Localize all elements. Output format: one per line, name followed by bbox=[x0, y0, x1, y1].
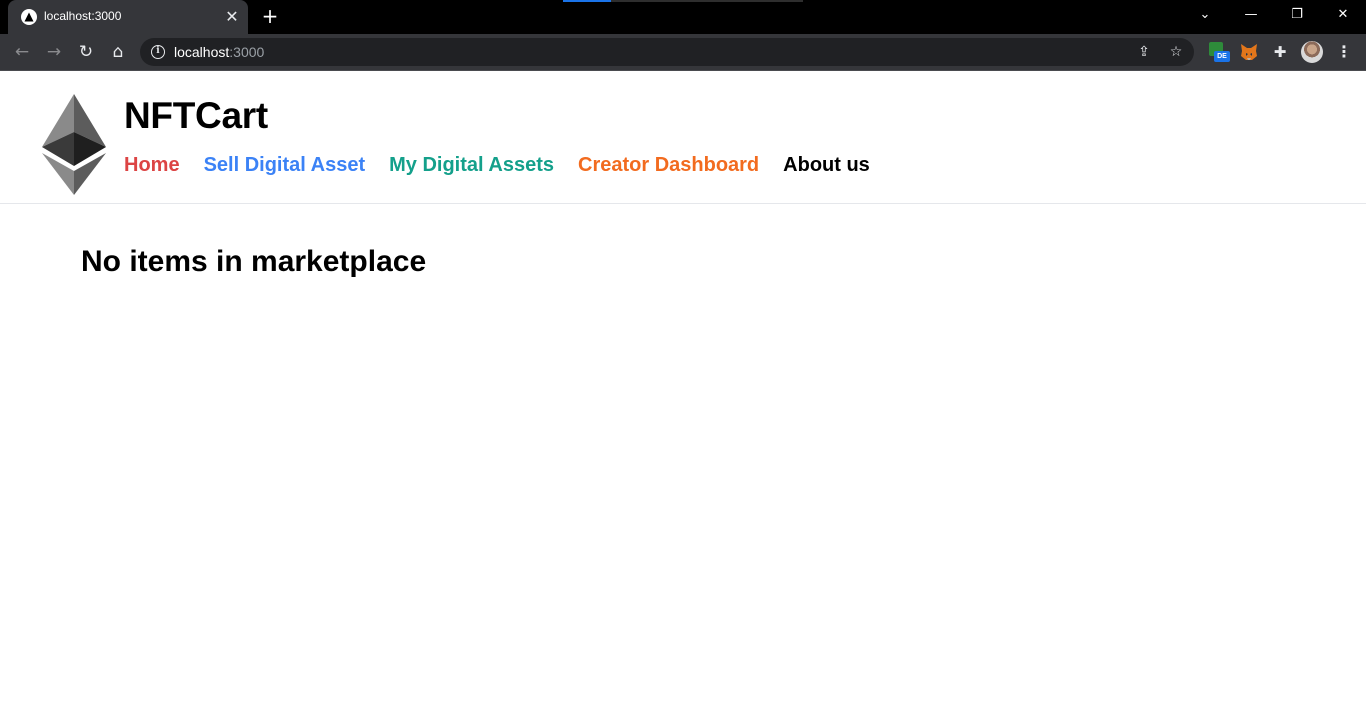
nav-link-home[interactable]: Home bbox=[124, 154, 180, 177]
tab-close-icon[interactable]: ✕ bbox=[222, 7, 242, 27]
browser-tab-strip: localhost:3000 ✕ + ⌄ — ❐ ✕ bbox=[0, 0, 1366, 34]
bookmark-star-icon[interactable]: ☆ bbox=[1166, 42, 1186, 62]
ethereum-logo-icon[interactable] bbox=[42, 94, 106, 195]
forward-button[interactable]: → bbox=[41, 39, 67, 65]
tab-search-icon[interactable]: ⌄ bbox=[1182, 0, 1228, 30]
nav-link-about-us[interactable]: About us bbox=[783, 154, 870, 177]
main-nav: Home Sell Digital Asset My Digital Asset… bbox=[124, 154, 870, 177]
page-content: NFTCart Home Sell Digital Asset My Digit… bbox=[0, 71, 1366, 728]
profile-avatar[interactable] bbox=[1301, 41, 1323, 63]
nav-link-my-digital-assets[interactable]: My Digital Assets bbox=[389, 154, 554, 177]
browser-toolbar: ← → ↻ ⌂ i localhost:3000 ⇪ ☆ DE ✚ ⋮ bbox=[0, 34, 1366, 71]
browser-menu-icon[interactable]: ⋮ bbox=[1334, 39, 1354, 65]
site-info-icon[interactable]: i bbox=[151, 45, 165, 59]
window-close-button[interactable]: ✕ bbox=[1320, 0, 1366, 30]
nav-link-sell-digital-asset[interactable]: Sell Digital Asset bbox=[204, 154, 366, 177]
tab-strip-indicator bbox=[563, 0, 803, 2]
share-icon[interactable]: ⇪ bbox=[1134, 42, 1154, 62]
reload-button[interactable]: ↻ bbox=[73, 39, 99, 65]
extension-de-badge: DE bbox=[1214, 51, 1230, 62]
url-host: localhost bbox=[174, 44, 230, 60]
extension-de-icon[interactable]: DE bbox=[1209, 42, 1230, 62]
new-tab-button[interactable]: + bbox=[258, 5, 282, 29]
tab-favicon-icon bbox=[21, 9, 37, 25]
browser-tab[interactable]: localhost:3000 ✕ bbox=[8, 0, 248, 34]
url-text[interactable]: localhost:3000 bbox=[174, 44, 264, 60]
empty-marketplace-message: No items in marketplace bbox=[81, 245, 427, 278]
extensions-puzzle-icon[interactable]: ✚ bbox=[1270, 42, 1290, 62]
minimize-button[interactable]: — bbox=[1228, 0, 1274, 30]
metamask-fox-icon[interactable] bbox=[1239, 42, 1259, 62]
tab-title: localhost:3000 bbox=[44, 9, 122, 23]
back-button[interactable]: ← bbox=[9, 39, 35, 65]
site-brand-title[interactable]: NFTCart bbox=[124, 95, 268, 137]
nav-link-creator-dashboard[interactable]: Creator Dashboard bbox=[578, 154, 759, 177]
url-port: :3000 bbox=[229, 44, 265, 60]
address-bar[interactable]: i localhost:3000 ⇪ ☆ bbox=[140, 38, 1194, 66]
restore-button[interactable]: ❐ bbox=[1274, 0, 1320, 30]
site-header: NFTCart Home Sell Digital Asset My Digit… bbox=[0, 71, 1366, 204]
home-button[interactable]: ⌂ bbox=[105, 39, 131, 65]
